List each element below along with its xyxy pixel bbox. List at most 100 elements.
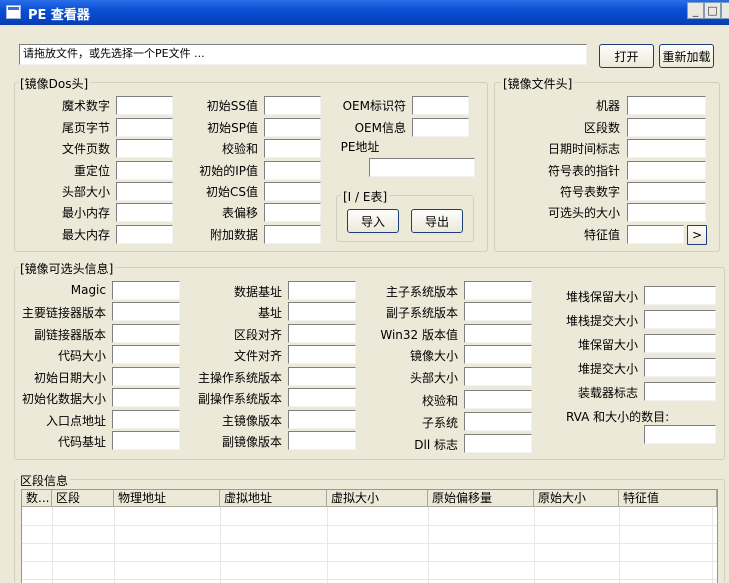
opt-field[interactable] xyxy=(464,434,532,453)
dos-field[interactable] xyxy=(264,161,321,180)
dos-label: 初始SP值 xyxy=(207,121,258,135)
dos-field[interactable] xyxy=(264,118,321,137)
dos-field[interactable] xyxy=(264,225,321,244)
column-header[interactable]: 原始大小 xyxy=(534,490,619,507)
pe-address-field[interactable] xyxy=(369,158,475,177)
grid-line xyxy=(428,507,429,583)
file-header-title: [镜像文件头] xyxy=(501,75,575,92)
dos-label: 重定位 xyxy=(73,164,110,178)
reload-button[interactable]: 重新加载 xyxy=(659,44,714,68)
column-header[interactable]: 数... xyxy=(22,490,52,507)
dos-label: 校验和 xyxy=(221,142,258,156)
dos-field[interactable] xyxy=(264,139,321,158)
opt-field[interactable] xyxy=(112,431,180,450)
file-header-label: 特征值 xyxy=(583,228,620,242)
file-header-field[interactable] xyxy=(627,96,706,115)
file-header-label: 符号表数字 xyxy=(559,185,620,199)
dos-label: 表偏移 xyxy=(221,206,258,220)
opt-field[interactable] xyxy=(644,286,716,305)
rva-count-field[interactable] xyxy=(644,425,716,444)
opt-label: 副操作系统版本 xyxy=(197,392,282,406)
dos-field[interactable] xyxy=(116,225,173,244)
opt-field[interactable] xyxy=(464,302,532,321)
grid-line xyxy=(22,579,717,580)
opt-field[interactable] xyxy=(644,334,716,353)
file-header-label: 可选头的大小 xyxy=(547,206,620,220)
file-header-field[interactable] xyxy=(627,203,706,222)
dos-field[interactable] xyxy=(264,96,321,115)
opt-field[interactable] xyxy=(112,410,180,429)
opt-field[interactable] xyxy=(112,281,180,300)
opt-label: 数据基址 xyxy=(233,285,282,299)
dos-field[interactable] xyxy=(116,182,173,201)
characteristics-more-button[interactable]: > xyxy=(687,225,707,245)
opt-field[interactable] xyxy=(464,345,532,364)
dos-label: 尾页字节 xyxy=(61,121,110,135)
file-header-field[interactable] xyxy=(627,225,684,244)
dos-header-title: [镜像Dos头] xyxy=(18,75,91,92)
opt-field[interactable] xyxy=(288,388,356,407)
opt-field[interactable] xyxy=(464,390,532,409)
opt-label: 堆提交大小 xyxy=(577,362,638,376)
opt-field[interactable] xyxy=(644,310,716,329)
opt-field[interactable] xyxy=(644,358,716,377)
grid-line xyxy=(22,543,717,544)
dos-label: OEM标识符 xyxy=(342,99,406,113)
column-header[interactable]: 原始偏移量 xyxy=(428,490,534,507)
opt-label: 主要链接器版本 xyxy=(21,306,106,320)
opt-label: Win32 版本值 xyxy=(380,328,458,342)
opt-field[interactable] xyxy=(288,324,356,343)
file-header-field[interactable] xyxy=(627,161,706,180)
dos-label: 初始CS值 xyxy=(206,185,258,199)
opt-field[interactable] xyxy=(112,302,180,321)
opt-field[interactable] xyxy=(644,382,716,401)
column-header[interactable]: 物理地址 xyxy=(114,490,220,507)
sections-table[interactable]: 数... 区段 物理地址 虚拟地址 虚拟大小 原始偏移量 原始大小 特征值 xyxy=(21,489,718,583)
opt-field[interactable] xyxy=(112,324,180,343)
minimize-button[interactable]: _ xyxy=(687,2,704,19)
opt-field[interactable] xyxy=(288,302,356,321)
opt-field[interactable] xyxy=(112,367,180,386)
dos-field[interactable] xyxy=(116,161,173,180)
opt-label: 文件对齐 xyxy=(233,349,282,363)
column-header[interactable]: 区段 xyxy=(52,490,114,507)
opt-field[interactable] xyxy=(112,388,180,407)
import-button[interactable]: 导入 xyxy=(347,209,399,233)
column-header[interactable]: 虚拟地址 xyxy=(220,490,327,507)
opt-label: 子系统 xyxy=(421,416,458,430)
column-header[interactable]: 特征值 xyxy=(619,490,717,507)
opt-field[interactable] xyxy=(288,345,356,364)
column-header[interactable]: 虚拟大小 xyxy=(327,490,428,507)
dos-field[interactable] xyxy=(116,139,173,158)
opt-label: 主子系统版本 xyxy=(385,285,458,299)
dos-field[interactable] xyxy=(116,96,173,115)
grid-line xyxy=(619,507,620,583)
opt-label: 装载器标志 xyxy=(577,386,638,400)
dos-label: 头部大小 xyxy=(61,185,110,199)
file-path-input[interactable]: 请拖放文件，或先选择一个PE文件 ... xyxy=(19,44,587,65)
opt-field[interactable] xyxy=(464,367,532,386)
file-header-field[interactable] xyxy=(627,118,706,137)
open-button[interactable]: 打开 xyxy=(599,44,654,68)
dos-field[interactable] xyxy=(412,96,469,115)
close-button[interactable] xyxy=(721,2,729,19)
dos-field[interactable] xyxy=(264,203,321,222)
maximize-button[interactable]: □ xyxy=(704,2,721,19)
file-header-field[interactable] xyxy=(627,139,706,158)
dos-field[interactable] xyxy=(116,118,173,137)
opt-field[interactable] xyxy=(464,324,532,343)
dos-field[interactable] xyxy=(116,203,173,222)
dos-field[interactable] xyxy=(264,182,321,201)
file-header-field[interactable] xyxy=(627,182,706,201)
export-button[interactable]: 导出 xyxy=(411,209,463,233)
opt-field[interactable] xyxy=(288,431,356,450)
opt-field[interactable] xyxy=(112,345,180,364)
dos-field[interactable] xyxy=(412,118,469,137)
opt-label: 校验和 xyxy=(421,394,458,408)
opt-field[interactable] xyxy=(288,281,356,300)
grid-line xyxy=(220,507,221,583)
opt-field[interactable] xyxy=(288,367,356,386)
opt-field[interactable] xyxy=(464,412,532,431)
opt-field[interactable] xyxy=(288,410,356,429)
opt-field[interactable] xyxy=(464,281,532,300)
